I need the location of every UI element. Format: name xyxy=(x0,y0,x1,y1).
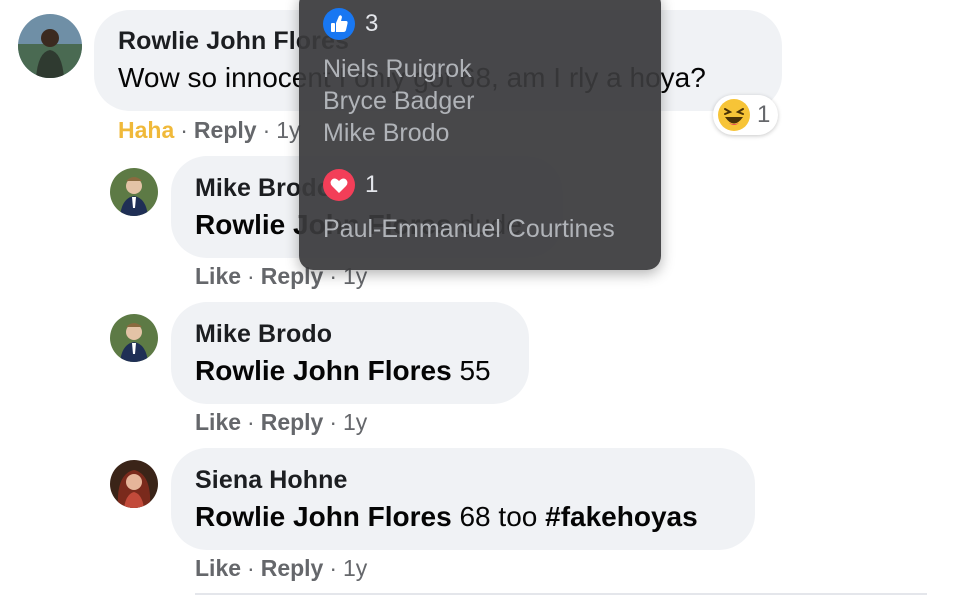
timestamp[interactable]: 1y xyxy=(343,555,367,581)
like-thumb-icon xyxy=(323,8,355,40)
like-button[interactable]: Like xyxy=(195,409,241,435)
comment-text: Rowlie John Flores 68 too #fakehoyas xyxy=(195,501,698,533)
separator: · xyxy=(262,117,271,143)
avatar[interactable] xyxy=(110,314,158,362)
divider xyxy=(195,593,927,595)
hashtag-link[interactable]: #fakehoyas xyxy=(545,501,698,532)
reactor-name: Niels Ruigrok xyxy=(323,55,472,83)
separator: · xyxy=(329,555,338,581)
haha-emoji-icon xyxy=(718,99,750,131)
reply-button[interactable]: Reply xyxy=(261,555,324,581)
reaction-count: 1 xyxy=(757,101,771,128)
comment-bubble xyxy=(171,448,755,550)
comment-actions: Like · Reply · 1y xyxy=(195,555,367,582)
timestamp[interactable]: 1y xyxy=(276,117,300,143)
love-heart-icon xyxy=(323,169,355,201)
like-button[interactable]: Like xyxy=(195,555,241,581)
comment-bubble xyxy=(171,302,529,404)
separator: · xyxy=(247,409,255,435)
like-button[interactable]: Like xyxy=(195,263,241,289)
comment-message: 55 xyxy=(459,355,491,386)
separator: · xyxy=(180,117,188,143)
mention-link[interactable]: Rowlie John Flores xyxy=(195,501,452,532)
like-reaction-row: 3 xyxy=(323,8,378,40)
comment-thread: Rowlie John Flores Wow so innocent I onl… xyxy=(0,0,964,596)
mention-link[interactable]: Rowlie John Flores xyxy=(195,355,452,386)
reply-button[interactable]: Reply xyxy=(261,409,324,435)
haha-reaction-button[interactable]: Haha xyxy=(118,117,174,143)
comment-text: Rowlie John Flores 55 xyxy=(195,355,491,387)
separator: · xyxy=(247,555,255,581)
comment-message: 68 too xyxy=(459,501,538,532)
love-reaction-row: 1 xyxy=(323,169,378,201)
timestamp[interactable]: 1y xyxy=(343,409,367,435)
reactions-tooltip: 3 Niels Ruigrok Bryce Badger Mike Brodo … xyxy=(299,0,661,270)
separator: · xyxy=(329,409,338,435)
love-count: 1 xyxy=(365,171,379,198)
avatar[interactable] xyxy=(18,14,82,78)
comment-actions: Haha · Reply · 1y xyxy=(118,117,301,144)
reactor-name: Mike Brodo xyxy=(323,119,450,147)
avatar[interactable] xyxy=(110,460,158,508)
reactor-name: Bryce Badger xyxy=(323,87,475,115)
comment-author[interactable]: Mike Brodo xyxy=(195,320,332,349)
reaction-summary[interactable]: 1 xyxy=(713,95,779,135)
reactor-name: Paul-Emmanuel Courtines xyxy=(323,215,615,243)
avatar[interactable] xyxy=(110,168,158,216)
reply-button[interactable]: Reply xyxy=(194,117,257,143)
separator: · xyxy=(247,263,255,289)
comment-actions: Like · Reply · 1y xyxy=(195,409,367,436)
comment-author[interactable]: Siena Hohne xyxy=(195,466,348,495)
like-count: 3 xyxy=(365,10,379,37)
